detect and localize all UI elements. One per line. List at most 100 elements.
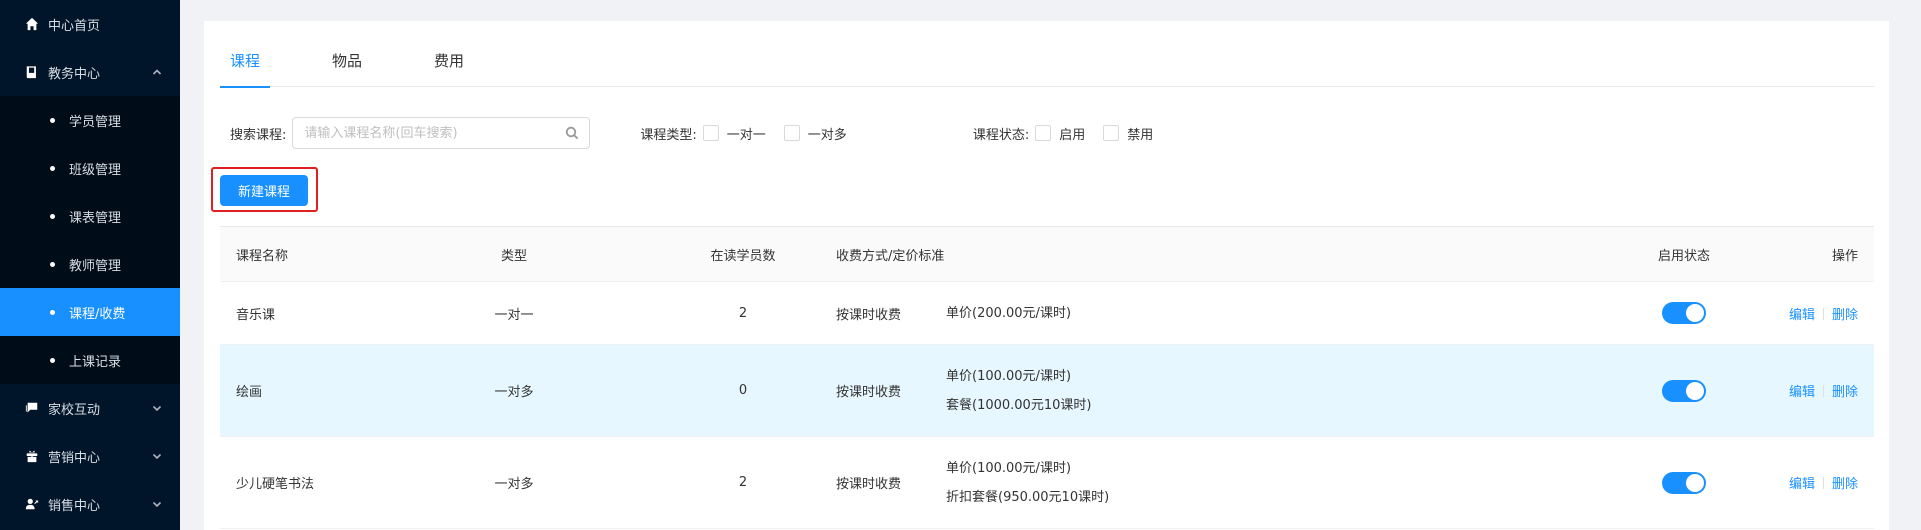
- cell-ops: 编辑 删除: [1764, 304, 1874, 323]
- status-toggle[interactable]: [1662, 471, 1706, 494]
- checkbox-box[interactable]: [702, 125, 719, 141]
- cell-status: [1604, 379, 1764, 402]
- checkbox-label: 启用: [1059, 127, 1086, 143]
- edit-link[interactable]: 编辑: [1789, 385, 1815, 400]
- bullet-icon: [50, 309, 55, 315]
- edit-link[interactable]: 编辑: [1789, 477, 1815, 492]
- cell-status: [1604, 302, 1764, 324]
- fee-method: 按课时收费: [836, 307, 902, 323]
- cell-name: 绘画: [236, 385, 263, 400]
- sidebar-item-class-records[interactable]: 上课记录: [0, 336, 180, 384]
- status-toggle[interactable]: [1662, 379, 1706, 402]
- gift-icon: [24, 448, 40, 464]
- bullet-icon: [50, 261, 55, 267]
- cell-name: 音乐课: [236, 307, 276, 323]
- fee-prices: 单价(100.00元/课时) 套餐(1000.00元10课时): [946, 362, 1091, 420]
- highlight-box: 新建课程: [211, 167, 318, 212]
- sidebar-item-classes[interactable]: 班级管理: [0, 144, 180, 192]
- tab-bar: 课程 物品 费用: [220, 39, 1874, 88]
- cell-name: 少儿硬笔书法: [236, 477, 315, 492]
- cell-fee: 按课时收费 单价(100.00元/课时) 折扣套餐(950.00元10课时): [808, 454, 1604, 512]
- cell-status: [1604, 471, 1764, 494]
- cell-count: 2: [738, 305, 748, 321]
- header-fee-label: 收费方式/定价标准: [836, 248, 945, 264]
- chevron-down-icon: [152, 499, 162, 509]
- menu-marketing-label: 营销中心: [48, 450, 101, 466]
- type-one-to-one-checkbox[interactable]: 一对一: [702, 124, 766, 143]
- cell-type: 一对一: [494, 307, 534, 323]
- book-icon: [24, 64, 40, 80]
- menu-sales[interactable]: 销售中心: [0, 480, 180, 528]
- table-header: 课程名称 类型 在读学员数 收费方式/定价标准 启用状态 操作: [220, 227, 1874, 282]
- status-enabled-checkbox[interactable]: 启用: [1035, 124, 1085, 143]
- sidebar-item-schedule[interactable]: 课表管理: [0, 192, 180, 240]
- edit-link[interactable]: 编辑: [1789, 308, 1815, 323]
- fee-price: 单价(100.00元/课时): [946, 368, 1072, 384]
- filter-row: 搜索课程: 课程类型: 一对一 一对多 课程状态: 启用 禁用: [230, 117, 1870, 149]
- cell-type: 一对多: [494, 385, 534, 400]
- sales-icon: [24, 496, 40, 512]
- search-input[interactable]: [293, 118, 590, 148]
- delete-link[interactable]: 删除: [1832, 477, 1858, 492]
- fee-price: 单价(100.00元/课时): [946, 460, 1072, 476]
- header-count: 在读学员数: [710, 248, 776, 264]
- cell-ops: 编辑 删除: [1764, 473, 1874, 492]
- cell-type: 一对多: [494, 477, 534, 492]
- delete-link[interactable]: 删除: [1832, 385, 1858, 400]
- sidebar-item-label: 班级管理: [69, 162, 122, 178]
- search-box: [292, 117, 591, 149]
- menu-home-school-label: 家校互动: [48, 402, 101, 418]
- header-type: 类型: [500, 248, 527, 264]
- header-name: 课程名称: [236, 248, 289, 264]
- tab-courses[interactable]: 课程: [220, 39, 271, 88]
- status-disabled-checkbox[interactable]: 禁用: [1103, 124, 1153, 143]
- checkbox-box[interactable]: [1035, 125, 1052, 141]
- header-ops: 操作: [1831, 248, 1858, 264]
- tab-fees[interactable]: 费用: [424, 39, 474, 87]
- menu-academic[interactable]: 教务中心: [0, 48, 180, 96]
- sidebar-item-label: 课程/收费: [69, 306, 126, 322]
- checkbox-label: 禁用: [1127, 127, 1154, 143]
- table-row: 少儿硬笔书法 一对多 2 按课时收费 单价(100.00元/课时) 折扣套餐(9…: [220, 437, 1874, 529]
- fee-method: 按课时收费: [836, 385, 902, 400]
- bullet-icon: [50, 357, 55, 363]
- cell-ops: 编辑 删除: [1764, 381, 1874, 400]
- new-course-button[interactable]: 新建课程: [220, 175, 308, 206]
- search-label: 搜索课程:: [230, 127, 287, 143]
- course-table: 课程名称 类型 在读学员数 收费方式/定价标准 启用状态 操作 音乐课 一对一 …: [220, 226, 1874, 529]
- menu-marketing[interactable]: 营销中心: [0, 432, 180, 480]
- sidebar-item-label: 课表管理: [69, 210, 122, 226]
- checkbox-label: 一对一: [726, 127, 766, 143]
- tab-items[interactable]: 物品: [322, 39, 372, 87]
- sidebar-item-courses-fees[interactable]: 课程/收费: [0, 288, 180, 336]
- checkbox-box[interactable]: [783, 125, 800, 141]
- type-one-to-many-checkbox[interactable]: 一对多: [783, 124, 847, 143]
- delete-link[interactable]: 删除: [1832, 308, 1858, 323]
- cell-count: 2: [738, 475, 748, 490]
- fee-price: 套餐(1000.00元10课时): [946, 397, 1092, 413]
- checkbox-box[interactable]: [1103, 125, 1120, 141]
- status-toggle[interactable]: [1662, 302, 1706, 324]
- fee-price: 折扣套餐(950.00元10课时): [946, 489, 1110, 505]
- sidebar-item-label: 学员管理: [69, 114, 122, 130]
- main-card: 课程 物品 费用 搜索课程: 课程类型: 一对一 一对多 课程状态: 启用 禁用: [204, 21, 1889, 530]
- header-status-label: 启用状态: [1657, 248, 1710, 264]
- menu-home-label: 中心首页: [48, 18, 101, 34]
- sidebar-item-teachers[interactable]: 教师管理: [0, 240, 180, 288]
- search-icon[interactable]: [565, 126, 579, 140]
- menu-home[interactable]: 中心首页: [0, 0, 180, 48]
- divider: [1822, 477, 1824, 489]
- menu-home-school[interactable]: 家校互动: [0, 384, 180, 432]
- menu-sales-label: 销售中心: [48, 498, 101, 514]
- bullet-icon: [50, 213, 55, 219]
- sidebar-item-students[interactable]: 学员管理: [0, 96, 180, 144]
- sidebar: 中心首页 教务中心 学员管理 班级管理 课表管理 教师管理 课程/收费 上课记录…: [0, 0, 180, 530]
- header-fee: 收费方式/定价标准: [808, 245, 1604, 264]
- cell-fee: 按课时收费 单价(100.00元/课时) 套餐(1000.00元10课时): [808, 362, 1604, 420]
- cell-count: 0: [738, 383, 748, 398]
- type-label: 课程类型:: [640, 127, 697, 143]
- header-status: 启用状态: [1604, 245, 1764, 264]
- menu-academic-label: 教务中心: [48, 66, 101, 82]
- divider: [1822, 307, 1824, 320]
- chevron-down-icon: [152, 403, 162, 413]
